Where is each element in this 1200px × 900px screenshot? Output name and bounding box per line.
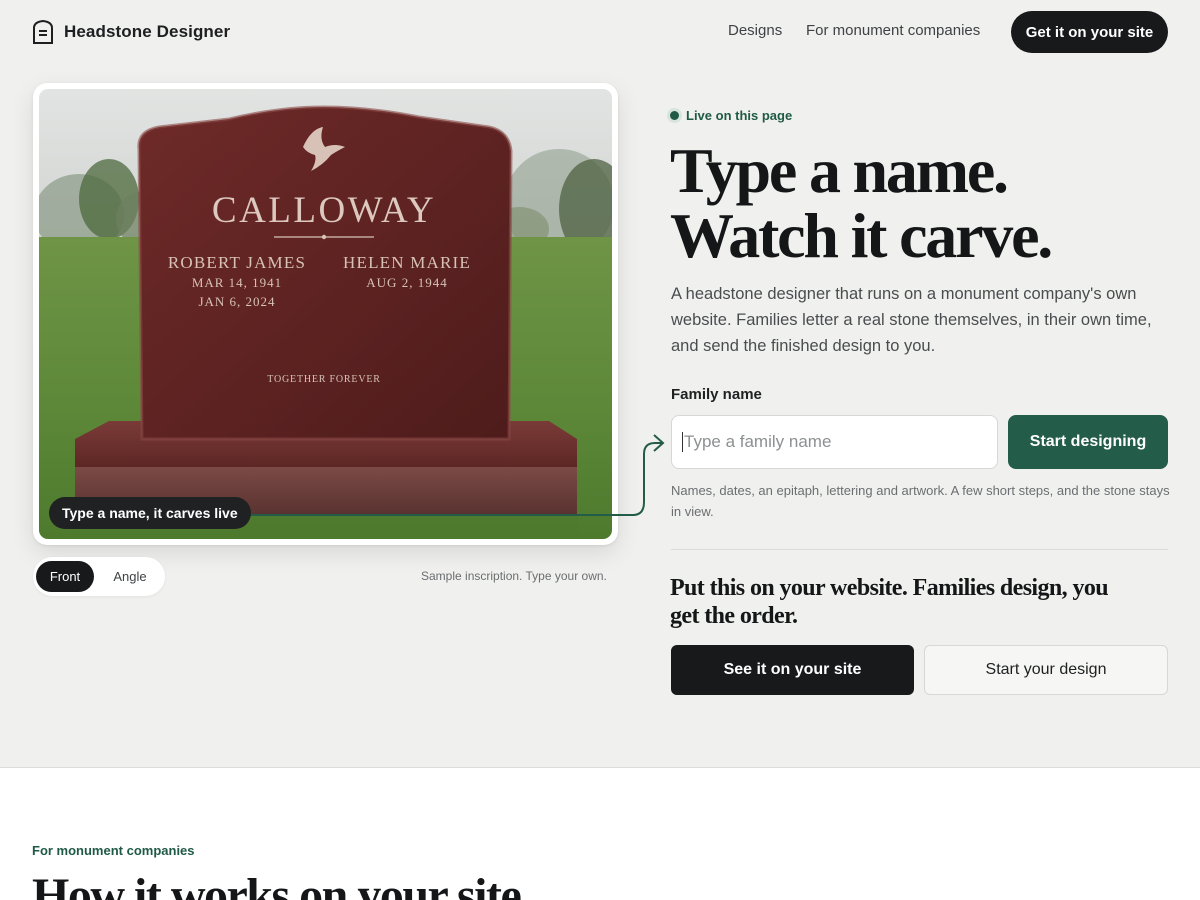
- website-subhead: Put this on your website. Families desig…: [670, 575, 1109, 629]
- hero-headline: Type a name. Watch it carve.: [670, 135, 1053, 271]
- see-it-on-your-site-button[interactable]: See it on your site: [671, 645, 914, 695]
- stone-person1-name: ROBERT JAMES: [167, 253, 307, 272]
- start-your-design-button[interactable]: Start your design: [924, 645, 1168, 695]
- view-toggle: Front Angle: [33, 557, 165, 596]
- nav-link-designs[interactable]: Designs: [728, 22, 782, 39]
- stone-person1-died: JAN 6, 2024: [198, 294, 276, 309]
- help-text: Names, dates, an epitaph, lettering and …: [671, 483, 1170, 519]
- site-header: Headstone Designer Designs For monument …: [0, 0, 1200, 64]
- section-eyebrow: For monument companies: [32, 843, 195, 858]
- headline-line-1: Type a name.: [670, 135, 1009, 206]
- stone-person1-born: MAR 14, 1941: [191, 275, 283, 290]
- stone-person2-name: HELEN MARIE: [343, 253, 471, 272]
- divider: [671, 549, 1168, 550]
- hero-intro: A headstone designer that runs on a monu…: [671, 285, 1152, 355]
- stone-family-name: CALLOWAY: [211, 190, 437, 231]
- carves-live-label: Type a name, it carves live: [49, 497, 251, 529]
- family-name-input[interactable]: [671, 415, 998, 469]
- view-front-button[interactable]: Front: [36, 561, 94, 592]
- get-it-on-your-site-button[interactable]: Get it on your site: [1011, 11, 1168, 53]
- section-title: How it works on your site: [32, 869, 522, 900]
- family-name-label: Family name: [671, 386, 762, 403]
- brand-logo-link[interactable]: Headstone Designer: [32, 19, 230, 45]
- start-designing-button[interactable]: Start designing: [1008, 415, 1168, 469]
- sample-inscription-note: Sample inscription. Type your own.: [421, 569, 607, 583]
- live-badge: Live on this page: [670, 108, 792, 123]
- nav-link-monument-companies[interactable]: For monument companies: [806, 22, 980, 39]
- stone-person2-born: AUG 2, 1944: [366, 275, 448, 290]
- connector-arrow-icon: [248, 434, 665, 516]
- live-badge-label: Live on this page: [686, 108, 793, 123]
- view-angle-button[interactable]: Angle: [99, 561, 161, 592]
- headline-line-2: Watch it carve.: [670, 200, 1053, 271]
- how-it-works-section: For monument companies How it works on y…: [0, 767, 1200, 900]
- text-caret: [682, 432, 683, 452]
- brand-name: Headstone Designer: [64, 22, 231, 41]
- live-dot-icon: [670, 111, 679, 120]
- stone-epitaph: TOGETHER FOREVER: [267, 374, 381, 385]
- headstone-logo-icon: [33, 19, 53, 44]
